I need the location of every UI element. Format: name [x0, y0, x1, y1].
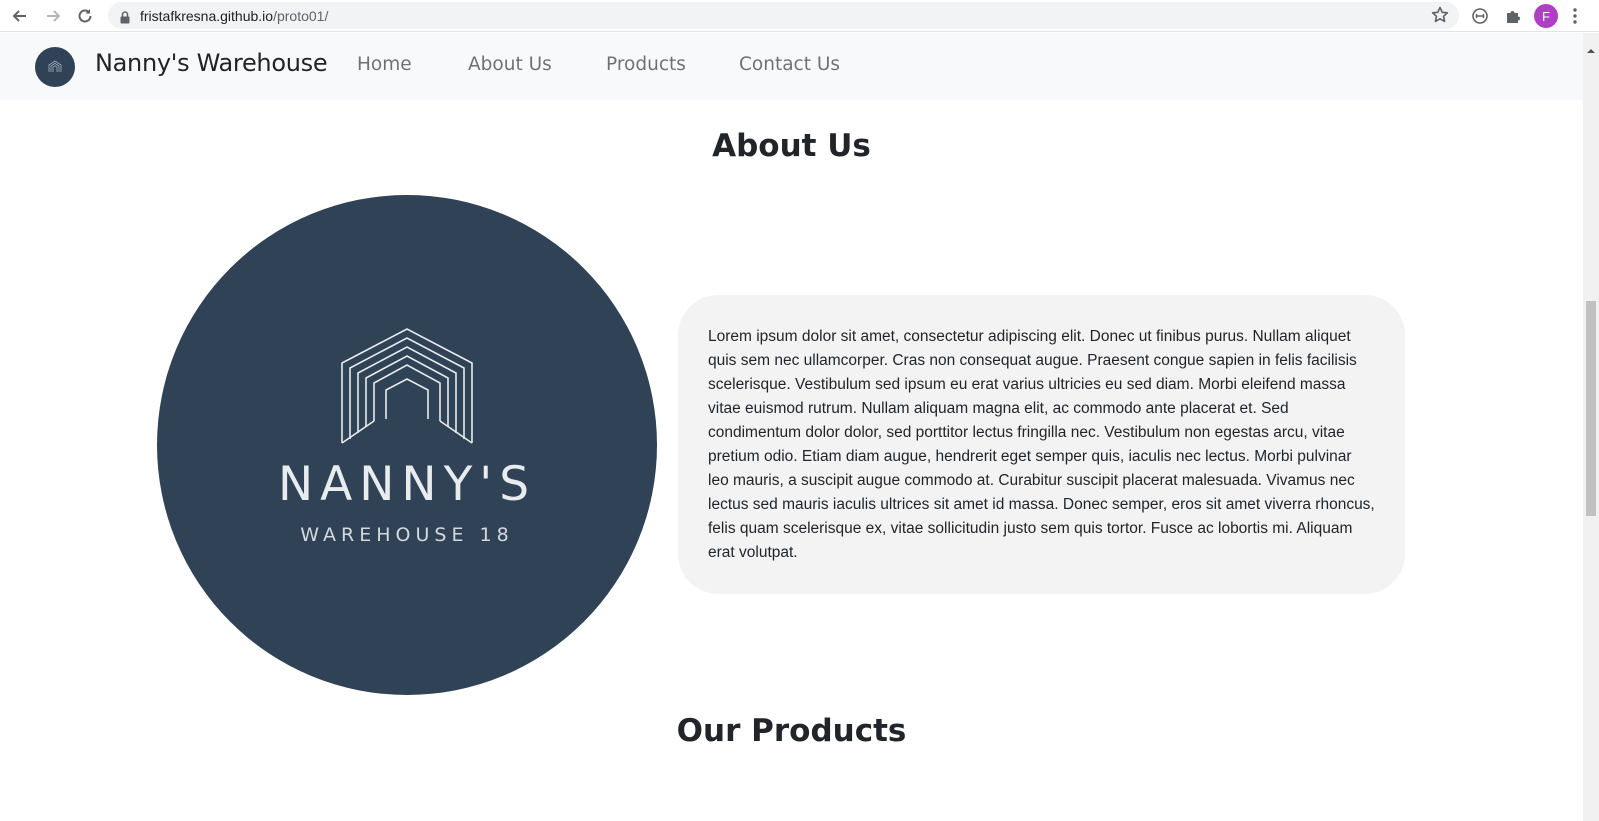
browser-toolbar: fristafkresna.github.io/proto01/ F: [0, 0, 1599, 32]
address-bar[interactable]: fristafkresna.github.io/proto01/: [108, 2, 1459, 29]
about-paragraph: Lorem ipsum dolor sit amet, consectetur …: [708, 328, 1375, 561]
nav-link-products[interactable]: Products: [606, 54, 686, 75]
reload-icon[interactable]: [74, 5, 96, 27]
url-path: /proto01/: [273, 8, 329, 24]
products-heading: Our Products: [676, 713, 907, 749]
puzzle-icon[interactable]: [1502, 5, 1524, 27]
nav-link-about-us[interactable]: About Us: [468, 54, 552, 75]
brand-name[interactable]: Nanny's Warehouse: [95, 49, 328, 77]
back-icon[interactable]: [9, 5, 31, 27]
url-text: fristafkresna.github.io/proto01/: [140, 8, 328, 24]
company-logo: NANNY'S WAREHOUSE 18: [157, 195, 657, 695]
about-text-card: Lorem ipsum dolor sit amet, consectetur …: [678, 295, 1405, 594]
lock-icon: [120, 9, 130, 28]
extension-circle-icon[interactable]: [1469, 5, 1491, 27]
scrollbar-thumb[interactable]: [1586, 301, 1596, 516]
brand-logo[interactable]: [35, 47, 75, 87]
logo-subtitle: WAREHOUSE 18: [300, 524, 514, 546]
scroll-up-arrow-icon[interactable]: [1587, 39, 1595, 58]
url-host: fristafkresna.github.io: [140, 8, 274, 24]
nav-link-contact-us[interactable]: Contact Us: [739, 54, 840, 75]
forward-icon[interactable]: [42, 5, 64, 27]
about-us-heading: About Us: [712, 128, 871, 164]
warehouse-logo-icon: [341, 328, 473, 444]
kebab-menu-icon[interactable]: [1567, 5, 1583, 27]
profile-avatar[interactable]: F: [1534, 4, 1558, 28]
nav-link-home[interactable]: Home: [357, 54, 412, 75]
logo-wordmark: NANNY'S: [277, 457, 537, 512]
page-scrollbar[interactable]: [1583, 33, 1599, 821]
star-icon[interactable]: [1430, 5, 1450, 29]
site-navbar: Nanny's Warehouse Home About Us Products…: [0, 33, 1583, 100]
